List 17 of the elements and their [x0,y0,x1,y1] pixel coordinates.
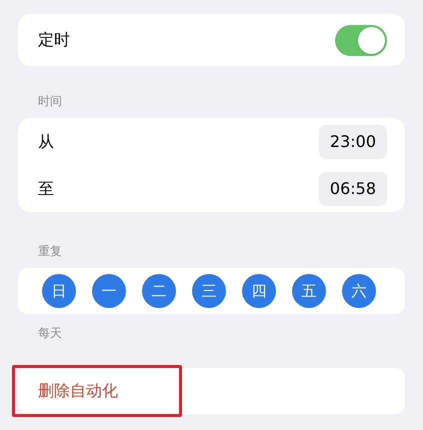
delete-automation-button[interactable]: 删除自动化 [38,379,118,403]
time-value-button[interactable]: 06:58 [318,172,387,206]
repeat-summary: 每天 [37,325,63,342]
section-header: 时间 [37,93,63,110]
day-button[interactable]: 三 [192,274,226,308]
time-value-button[interactable]: 23:00 [318,124,387,158]
day-button[interactable]: 六 [342,274,376,308]
schedule-label: 定时 [38,29,70,51]
time-label: 至 [38,178,54,200]
day-button[interactable]: 一 [92,274,126,308]
time-label: 从 [38,130,54,152]
day-button[interactable]: 日 [42,274,76,308]
day-button[interactable]: 四 [242,274,276,308]
day-button[interactable]: 五 [292,274,326,308]
day-button[interactable]: 二 [142,274,176,308]
toggle-switch[interactable] [335,24,387,56]
section-header: 重复 [37,243,63,260]
